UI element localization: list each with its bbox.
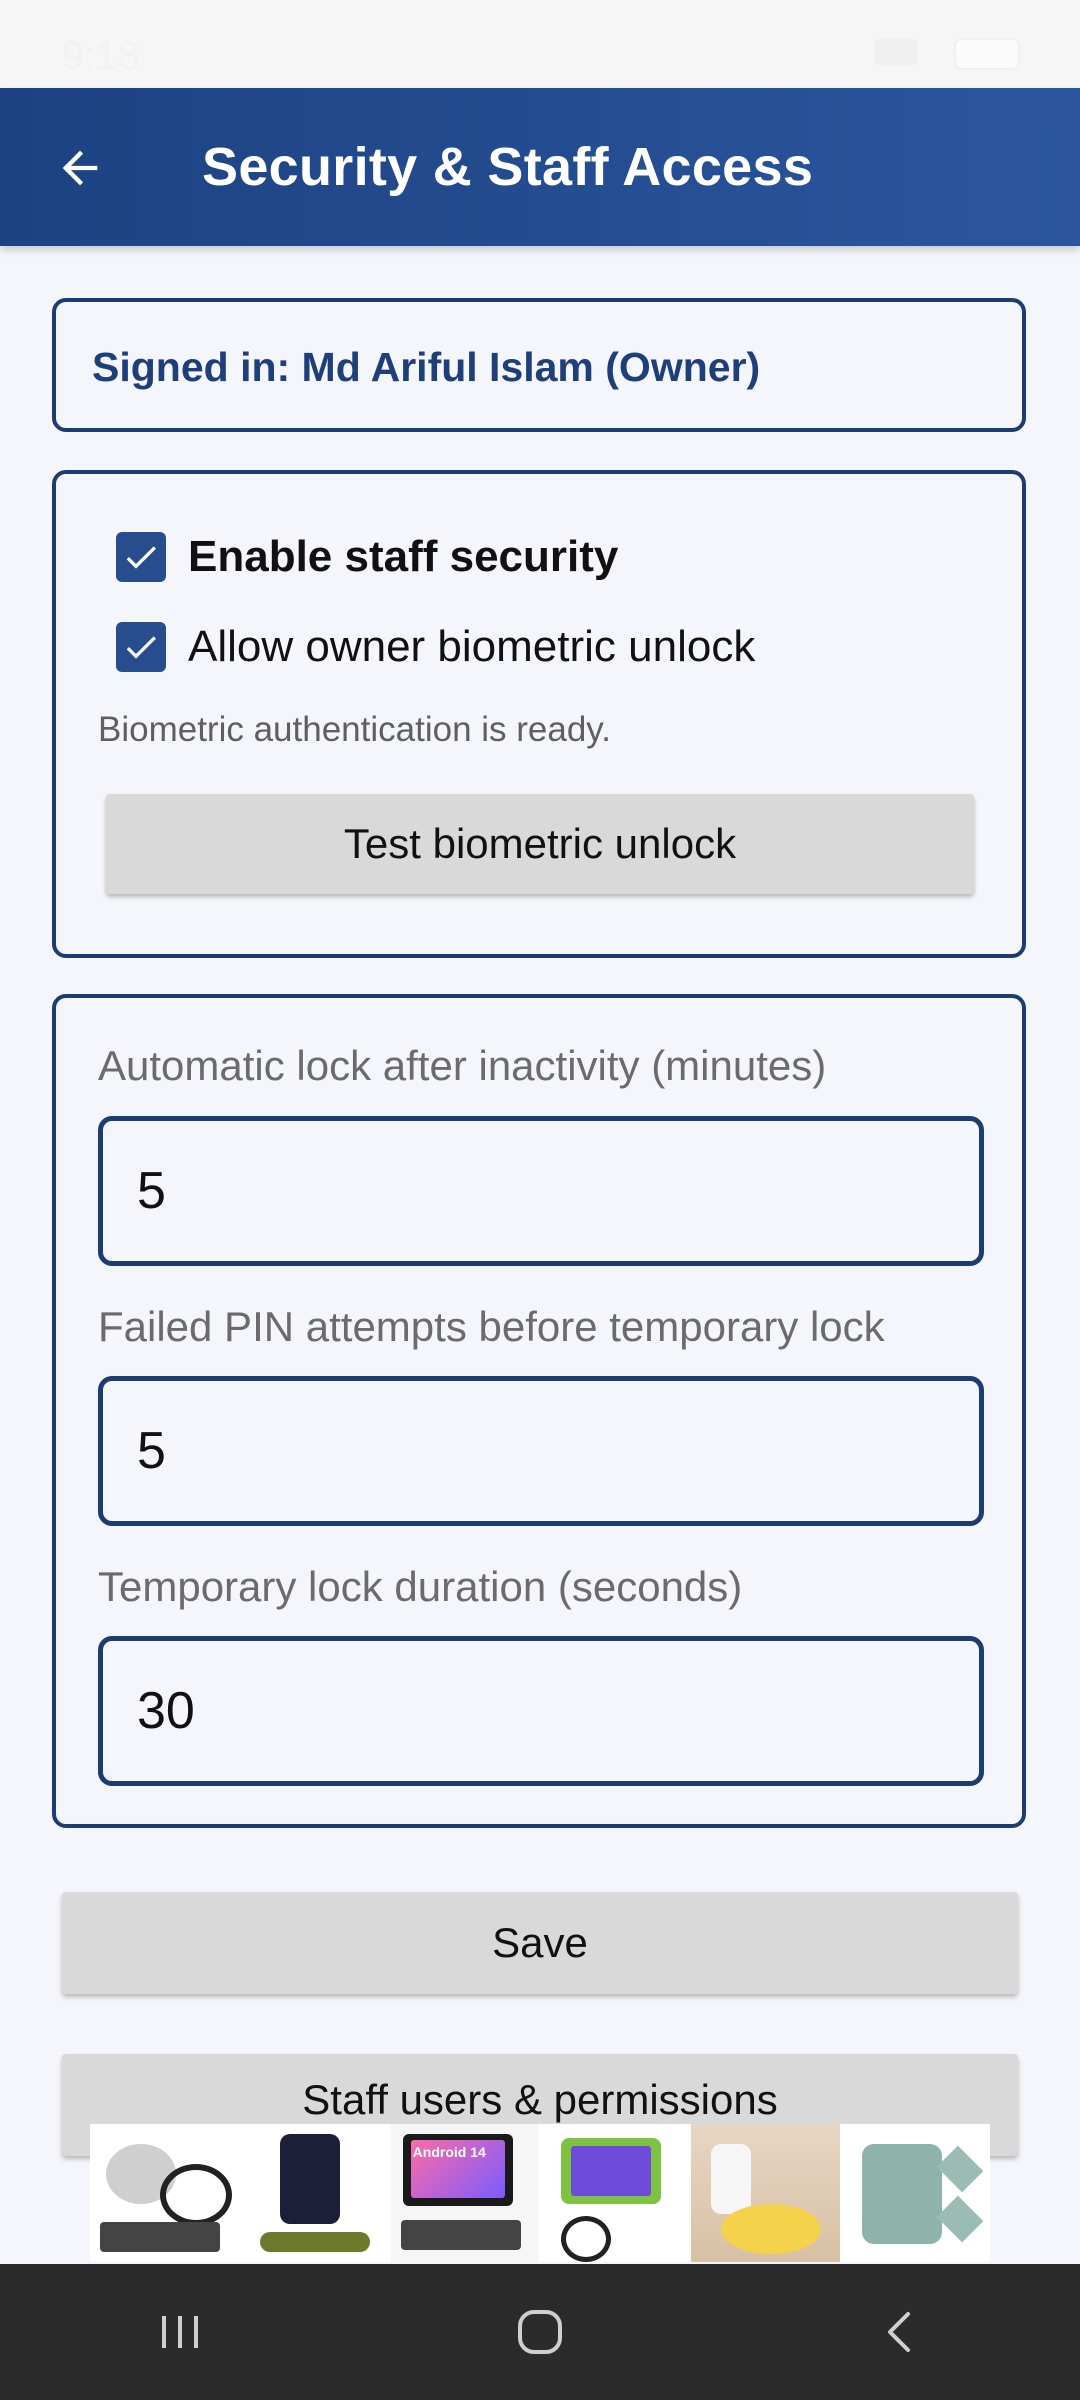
ad-product-grinder-image[interactable] <box>90 2124 239 2262</box>
chevron-left-icon <box>888 2312 910 2352</box>
home-icon <box>518 2310 562 2354</box>
enable-staff-security-checkbox[interactable]: Enable staff security <box>116 532 618 582</box>
auto-lock-input[interactable] <box>98 1116 984 1266</box>
lock-settings-card: Automatic lock after inactivity (minutes… <box>52 994 1026 1828</box>
allow-biometric-checkbox[interactable]: Allow owner biometric unlock <box>116 622 755 672</box>
ad-tablet-text: Android 14 <box>412 2144 486 2160</box>
page-title: Security & Staff Access <box>202 137 814 197</box>
security-options-card: Enable staff security Allow owner biomet… <box>52 470 1026 958</box>
ad-product-tablet-image[interactable]: Android 14 <box>390 2124 539 2262</box>
back-arrow-icon <box>62 150 98 186</box>
system-nav-bar <box>0 2264 1080 2400</box>
status-time: 9:18 <box>62 34 140 78</box>
save-button[interactable]: Save <box>62 1892 1018 1994</box>
failed-attempts-input[interactable] <box>98 1376 984 1526</box>
status-icons <box>874 38 1020 70</box>
enable-staff-security-label: Enable staff security <box>188 532 619 581</box>
biometric-status-text: Biometric authentication is ready. <box>98 710 611 749</box>
recent-apps-button[interactable] <box>120 2282 240 2382</box>
signed-in-text: Signed in: Md Ariful Islam (Owner) <box>92 344 761 390</box>
ad-product-kids-tablet-image[interactable] <box>540 2124 690 2262</box>
recent-apps-icon <box>162 2316 198 2348</box>
status-bar: 9:18 <box>0 0 1080 88</box>
back-button[interactable] <box>40 128 120 208</box>
lock-duration-label: Temporary lock duration (seconds) <box>98 1563 743 1610</box>
app-bar: Security & Staff Access <box>0 88 1080 246</box>
checkbox-checked-icon <box>116 532 166 582</box>
auto-lock-label: Automatic lock after inactivity (minutes… <box>98 1042 827 1089</box>
allow-biometric-label: Allow owner biometric unlock <box>188 622 756 671</box>
system-back-button[interactable] <box>840 2282 960 2382</box>
signed-in-card: Signed in: Md Ariful Islam (Owner) <box>52 298 1026 432</box>
home-button[interactable] <box>480 2282 600 2382</box>
checkbox-checked-icon <box>116 622 166 672</box>
ad-product-grater-image[interactable] <box>841 2124 990 2262</box>
ad-product-slicer-image[interactable] <box>691 2124 840 2262</box>
failed-attempts-label: Failed PIN attempts before temporary loc… <box>98 1303 885 1350</box>
ad-product-mandoline-image[interactable] <box>240 2124 389 2262</box>
lock-duration-input[interactable] <box>98 1636 984 1786</box>
wifi-icon <box>874 38 918 66</box>
ad-banner[interactable]: Android 14 <box>90 2124 990 2262</box>
battery-icon <box>954 38 1020 70</box>
test-biometric-button[interactable]: Test biometric unlock <box>106 794 974 894</box>
